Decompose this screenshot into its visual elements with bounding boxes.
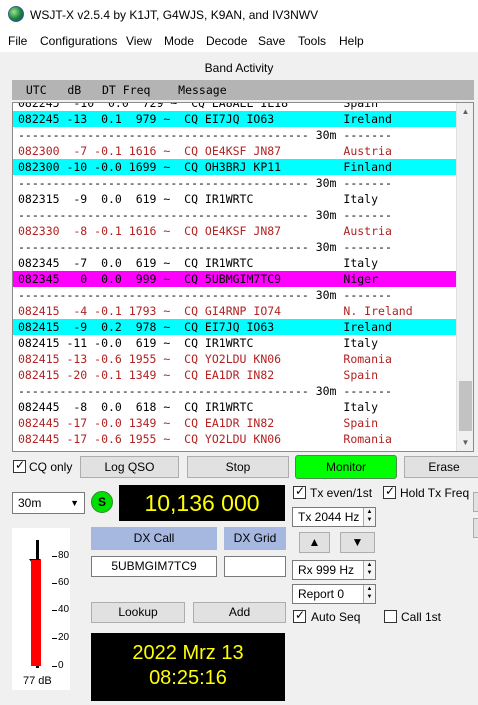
chevron-down-icon: ▼	[70, 498, 79, 508]
band-select[interactable]: 30m ▼	[12, 492, 85, 514]
stop-button[interactable]: Stop	[187, 456, 289, 478]
spinner-arrows-icon[interactable]: ▲ ▼	[363, 508, 375, 526]
dx-grid-field[interactable]	[224, 556, 286, 577]
side-button-2[interactable]	[473, 518, 478, 538]
scroll-down-icon[interactable]: ▼	[457, 434, 473, 451]
monitor-button[interactable]: Monitor	[295, 455, 397, 479]
status-s-badge: S	[91, 491, 113, 513]
cq-only-label: CQ only	[29, 460, 73, 474]
decode-row[interactable]: 082415 -9 0.2 978 ~ CQ EI7JQ IO63 Irelan…	[13, 319, 457, 335]
call-1st-label: Call 1st	[401, 610, 442, 624]
band-activity-title: Band Activity	[204, 61, 274, 75]
separator-row: ----------------------------------------…	[18, 384, 392, 398]
report-value: Report 0	[298, 587, 345, 601]
lookup-button[interactable]: Lookup	[91, 602, 185, 623]
rx-freq-value: Rx 999 Hz	[298, 563, 355, 577]
tx-freq-value: Tx 2044 Hz	[298, 510, 360, 524]
call-1st-checkbox[interactable]	[384, 610, 397, 623]
spinner-arrows-icon[interactable]: ▲ ▼	[363, 561, 375, 579]
decode-row[interactable]: 082245 -10 0.0 729 ~ CQ EA8ALL IL18 Spai…	[13, 103, 457, 111]
add-button[interactable]: Add	[193, 602, 286, 623]
tx-up-button[interactable]: ▲	[299, 532, 330, 553]
separator-row: ----------------------------------------…	[18, 176, 392, 190]
meter-tick-80: 80	[58, 550, 70, 561]
auto-seq-label: Auto Seq	[311, 610, 361, 624]
separator-row: ----------------------------------------…	[18, 208, 392, 222]
dx-call-label: DX Call	[91, 527, 217, 550]
menu-tools[interactable]: Tools	[298, 34, 326, 48]
tx-down-button[interactable]: ▼	[340, 532, 375, 553]
rx-freq-spinner[interactable]: Rx 999 Hz ▲ ▼	[292, 560, 376, 580]
auto-seq-checkbox[interactable]	[293, 608, 306, 623]
tx-even-label: Tx even/1st	[310, 486, 373, 500]
decode-row[interactable]: 082445 -17 -0.6 1955 ~ CQ YO2LDU KN06 Ro…	[13, 431, 457, 447]
decode-row[interactable]: 082300 -10 -0.0 1699 ~ CQ OH3BRJ KP11 Fi…	[13, 159, 457, 175]
scroll-thumb[interactable]	[459, 381, 472, 431]
tx-freq-spinner[interactable]: Tx 2044 Hz ▲ ▼	[292, 507, 376, 527]
cq-only-checkbox[interactable]	[13, 458, 26, 473]
decode-row[interactable]: 082445 -8 0.0 618 ~ CQ IR1WRTC Italy	[13, 399, 457, 415]
dx-grid-label: DX Grid	[224, 527, 286, 550]
band-activity-list[interactable]: 082245 -10 0.0 729 ~ CQ EA8ALL IL18 Spai…	[12, 102, 474, 452]
menu-file[interactable]: File	[8, 34, 27, 48]
decode-row[interactable]: 082415 -13 -0.6 1955 ~ CQ YO2LDU KN06 Ro…	[13, 351, 457, 367]
band-select-value: 30m	[18, 496, 42, 510]
log-qso-button[interactable]: Log QSO	[80, 456, 179, 478]
decode-row[interactable]: 082415 -11 -0.0 619 ~ CQ IR1WRTC Italy	[13, 335, 457, 351]
scroll-up-icon[interactable]: ▲	[457, 103, 473, 120]
decode-row[interactable]: 082245 -13 0.1 979 ~ CQ EI7JQ IO63 Irela…	[13, 111, 457, 127]
separator-row: ----------------------------------------…	[18, 288, 392, 302]
meter-level-bar	[31, 560, 41, 666]
tx-even-checkbox[interactable]	[293, 484, 306, 499]
down-arrow-icon: ▼	[351, 535, 364, 549]
decode-row[interactable]: 082345 -7 0.0 619 ~ CQ IR1WRTC Italy	[13, 255, 457, 271]
meter-tick-0: 0	[58, 660, 64, 671]
side-button-1[interactable]	[473, 492, 478, 512]
hold-tx-freq-checkbox[interactable]	[383, 484, 396, 499]
menu-mode[interactable]: Mode	[164, 34, 194, 48]
report-spinner[interactable]: Report 0 ▲ ▼	[292, 584, 376, 604]
title-bar: WSJT-X v2.5.4 by K1JT, G4WJS, K9AN, and …	[0, 0, 478, 30]
decode-row[interactable]: 082415 -20 -0.1 1349 ~ CQ EA1DR IN82 Spa…	[13, 367, 457, 383]
menu-view[interactable]: View	[126, 34, 152, 48]
meter-db-label: 77 dB	[23, 675, 52, 687]
meter-tick-20: 20	[58, 632, 70, 643]
menu-decode[interactable]: Decode	[206, 34, 247, 48]
window-title: WSJT-X v2.5.4 by K1JT, G4WJS, K9AN, and …	[30, 8, 319, 22]
decode-row[interactable]: 082415 -4 -0.1 1793 ~ CQ GI4RNP IO74 N. …	[13, 303, 457, 319]
clock-display: 2022 Mrz 13 08:25:16	[91, 633, 285, 701]
erase-button[interactable]: Erase	[404, 456, 478, 478]
app-globe-icon	[8, 6, 24, 22]
separator-row: ----------------------------------------…	[18, 128, 392, 142]
spinner-arrows-icon[interactable]: ▲ ▼	[363, 585, 375, 603]
hold-tx-freq-label: Hold Tx Freq	[400, 486, 470, 500]
list-scrollbar[interactable]: ▲ ▼	[456, 103, 473, 451]
date-display: 2022 Mrz 13	[132, 642, 244, 664]
menu-configurations[interactable]: Configurations	[40, 34, 117, 48]
dx-call-field[interactable]: 5UBMGIM7TC9	[91, 556, 217, 577]
decode-row[interactable]: 082345 0 0.0 999 ~ CQ 5UBMGIM7TC9 Niger	[13, 271, 457, 287]
separator-row: ----------------------------------------…	[18, 240, 392, 254]
frequency-display: 10,136 000	[119, 485, 285, 521]
menu-help[interactable]: Help	[339, 34, 364, 48]
signal-meter: 80 60 40 20 0	[12, 528, 70, 690]
up-arrow-icon: ▲	[308, 535, 321, 549]
decode-row[interactable]: 082445 -17 -0.0 1349 ~ CQ EA1DR IN82 Spa…	[13, 415, 457, 431]
decode-row[interactable]: 082315 -9 0.0 619 ~ CQ IR1WRTC Italy	[13, 191, 457, 207]
decode-row[interactable]: 082300 -7 -0.1 1616 ~ CQ OE4KSF JN87 Aus…	[13, 143, 457, 159]
menu-bar: File Configurations View Mode Decode Sav…	[0, 30, 478, 52]
band-activity-header: UTC dB DT Freq Message	[12, 80, 474, 100]
time-display: 08:25:16	[149, 667, 227, 689]
meter-tick-60: 60	[58, 577, 70, 588]
menu-save[interactable]: Save	[258, 34, 285, 48]
decode-row[interactable]: 082330 -8 -0.1 1616 ~ CQ OE4KSF JN87 Aus…	[13, 223, 457, 239]
meter-tick-40: 40	[58, 604, 70, 615]
